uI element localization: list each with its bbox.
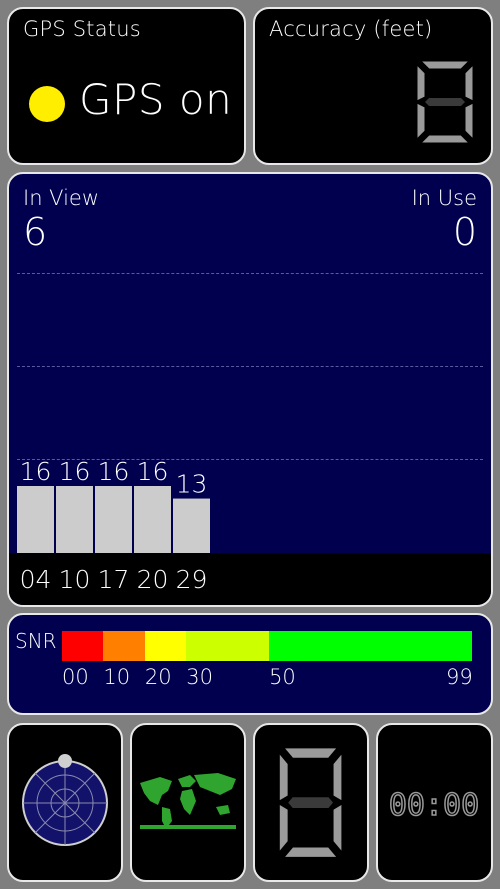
snr-scale-segment — [269, 631, 472, 661]
satellite-prn-label: 29 — [176, 565, 208, 594]
satellite-bar — [173, 498, 210, 553]
satellite-snr-bar-chart: 16 04 16 10 16 17 16 20 13 29 — [17, 457, 210, 594]
snr-legend-panel: SNR 00 10 20 30 50 99 — [7, 613, 493, 715]
snr-scale-segment — [103, 631, 145, 661]
gps-status-panel[interactable]: GPS Status GPS on — [7, 7, 246, 165]
satellite-bar — [17, 486, 54, 553]
gps-status-title: GPS Status — [23, 17, 141, 41]
snr-color-scale — [62, 631, 472, 661]
snr-tick-label: 20 — [144, 665, 172, 689]
snr-scale-segment — [62, 631, 104, 661]
timer-text: 00:00 — [389, 788, 479, 823]
snr-tick-label: 10 — [103, 665, 131, 689]
snr-tick-label: 99 — [446, 665, 473, 689]
world-map-button[interactable] — [130, 723, 246, 882]
satellite-prn-label: 04 — [20, 565, 52, 594]
satellite-prn-label: 17 — [98, 565, 130, 594]
snr-scale-segment — [144, 631, 187, 661]
timer-display-icon: 00:00 — [388, 787, 480, 824]
bar-value-label: 16 — [98, 457, 130, 486]
seven-segment-digit-icon — [278, 747, 343, 859]
satellite-bar — [56, 486, 93, 553]
snr-title: SNR — [15, 629, 57, 653]
bar-value-label: 16 — [20, 457, 52, 486]
sky-radar-button[interactable] — [7, 723, 123, 882]
satellite-prn-label: 10 — [59, 565, 91, 594]
snr-tick-label: 30 — [186, 665, 213, 689]
accuracy-title: Accuracy (feet) — [269, 17, 433, 41]
gps-state-text: GPS on — [79, 75, 233, 124]
timer-button[interactable]: 00:00 — [376, 723, 493, 882]
bar-value-label: 13 — [176, 470, 208, 499]
accuracy-seven-segment-display — [416, 60, 474, 144]
satellite-bar — [95, 486, 132, 553]
satellite-radar-icon — [22, 754, 108, 846]
accuracy-panel[interactable]: Accuracy (feet) — [253, 7, 493, 165]
satellite-bar — [134, 486, 171, 553]
world-map-icon — [140, 773, 236, 829]
bar-value-label: 16 — [59, 457, 91, 486]
digit-display-button[interactable] — [253, 723, 369, 882]
snr-tick-label: 00 — [62, 665, 89, 689]
satellites-panel[interactable]: In View 6 In Use 0 16 04 16 10 16 17 16 20 13 29 — [7, 172, 493, 607]
bar-value-label: 16 — [137, 457, 169, 486]
snr-tick-label: 50 — [269, 665, 296, 689]
snr-scale-segment — [186, 631, 270, 661]
gps-indicator-icon — [29, 86, 65, 122]
satellite-prn-label: 20 — [137, 565, 169, 594]
